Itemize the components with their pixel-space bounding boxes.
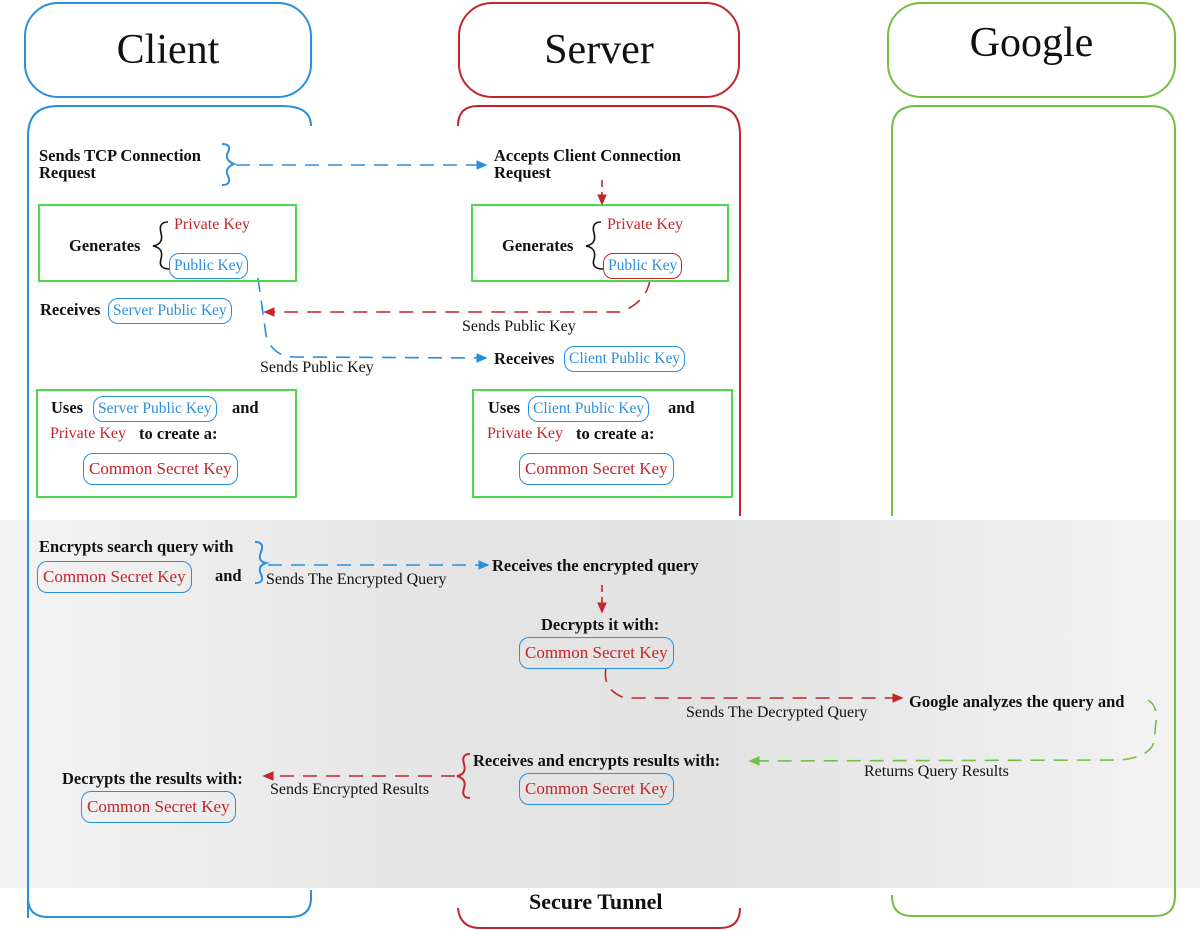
client-lane-title: Client	[116, 27, 220, 73]
server-encrypt-results-secret-key-text: Common Secret Key	[525, 779, 668, 798]
client-uses-server-public-key-text: Server Public Key	[98, 400, 212, 417]
server-accept-line2: Request	[494, 163, 551, 182]
client-receives-label: Receives	[40, 300, 101, 319]
server-receives-encrypts-label: Receives and encrypts results with:	[473, 751, 721, 770]
client-encrypt-secret-key-text: Common Secret Key	[43, 567, 186, 586]
server-decrypt-secret-key-pill: Common Secret Key	[519, 637, 674, 669]
server-private-key-label: Private Key	[607, 216, 683, 233]
client-generates-label: Generates	[69, 236, 141, 255]
server-lane-title: Server	[544, 27, 654, 73]
client-encrypt-secret-key-pill: Common Secret Key	[37, 561, 192, 593]
client-decrypt-results-secret-key-text: Common Secret Key	[87, 797, 230, 816]
server-decrypt-secret-key-text: Common Secret Key	[525, 643, 668, 662]
server-sends-public-key-label: Sends Public Key	[462, 318, 576, 335]
client-encrypts-and-label: and	[215, 566, 242, 585]
server-uses-private-key-label: Private Key	[487, 425, 563, 442]
client-encrypts-query-label: Encrypts search query with	[39, 537, 234, 556]
server-common-secret-key-pill: Common Secret Key	[519, 453, 674, 485]
returns-query-results-label: Returns Query Results	[864, 763, 1009, 780]
client-tcp-request-line2: Request	[39, 163, 96, 182]
server-receives-label: Receives	[494, 349, 555, 368]
server-to-create-label: to create a:	[576, 424, 655, 443]
server-receives-encrypted-query-label: Receives the encrypted query	[492, 556, 699, 575]
google-lane-title: Google	[969, 20, 1094, 66]
sends-encrypted-results-label: Sends Encrypted Results	[270, 781, 430, 798]
client-public-key-text: Public Key	[174, 257, 244, 274]
google-analyzes-label: Google analyzes the query and	[909, 692, 1125, 711]
client-uses-server-public-key-pill: Server Public Key	[93, 396, 217, 422]
google-lane-header: Google	[887, 2, 1176, 98]
client-uses-and-label: and	[232, 398, 259, 417]
server-public-key-pill: Public Key	[603, 253, 683, 279]
server-uses-label: Uses	[488, 398, 521, 417]
client-lane-bottom	[27, 888, 312, 918]
client-uses-label: Uses	[51, 398, 84, 417]
server-common-secret-key-text: Common Secret Key	[525, 459, 668, 478]
client-decrypts-results-label: Decrypts the results with:	[62, 769, 243, 788]
client-private-key-label: Private Key	[174, 216, 250, 233]
secure-tunnel-title: Secure Tunnel	[529, 889, 663, 914]
server-uses-client-public-key-pill: Client Public Key	[528, 396, 650, 422]
client-public-key-pill: Public Key	[169, 253, 249, 279]
client-received-server-public-key-pill: Server Public Key	[108, 298, 232, 324]
client-sends-public-key-label: Sends Public Key	[260, 359, 374, 376]
server-public-key-text: Public Key	[608, 257, 678, 274]
server-uses-and-label: and	[668, 398, 695, 417]
server-lane-header: Server	[458, 2, 740, 98]
server-received-client-public-key-pill: Client Public Key	[564, 346, 686, 372]
client-to-create-label: to create a:	[139, 424, 218, 443]
client-decrypt-results-secret-key-pill: Common Secret Key	[81, 791, 236, 823]
client-received-server-public-key-text: Server Public Key	[113, 302, 227, 319]
tcp-brace-icon	[221, 143, 237, 186]
client-sends-public-key-arrow	[257, 277, 488, 363]
server-uses-client-public-key-text: Client Public Key	[533, 400, 645, 417]
client-common-secret-key-pill: Common Secret Key	[83, 453, 238, 485]
sends-decrypted-query-label: Sends The Decrypted Query	[686, 704, 868, 721]
server-decrypts-label: Decrypts it with:	[541, 615, 660, 634]
server-received-client-public-key-text: Client Public Key	[569, 350, 681, 367]
sends-encrypted-query-label: Sends The Encrypted Query	[266, 571, 447, 588]
client-common-secret-key-text: Common Secret Key	[89, 459, 232, 478]
server-generates-label: Generates	[502, 236, 574, 255]
client-uses-private-key-label: Private Key	[50, 425, 126, 442]
server-sends-public-key-arrow	[263, 279, 651, 317]
client-lane-header: Client	[24, 2, 312, 98]
server-encrypt-results-secret-key-pill: Common Secret Key	[519, 773, 674, 805]
